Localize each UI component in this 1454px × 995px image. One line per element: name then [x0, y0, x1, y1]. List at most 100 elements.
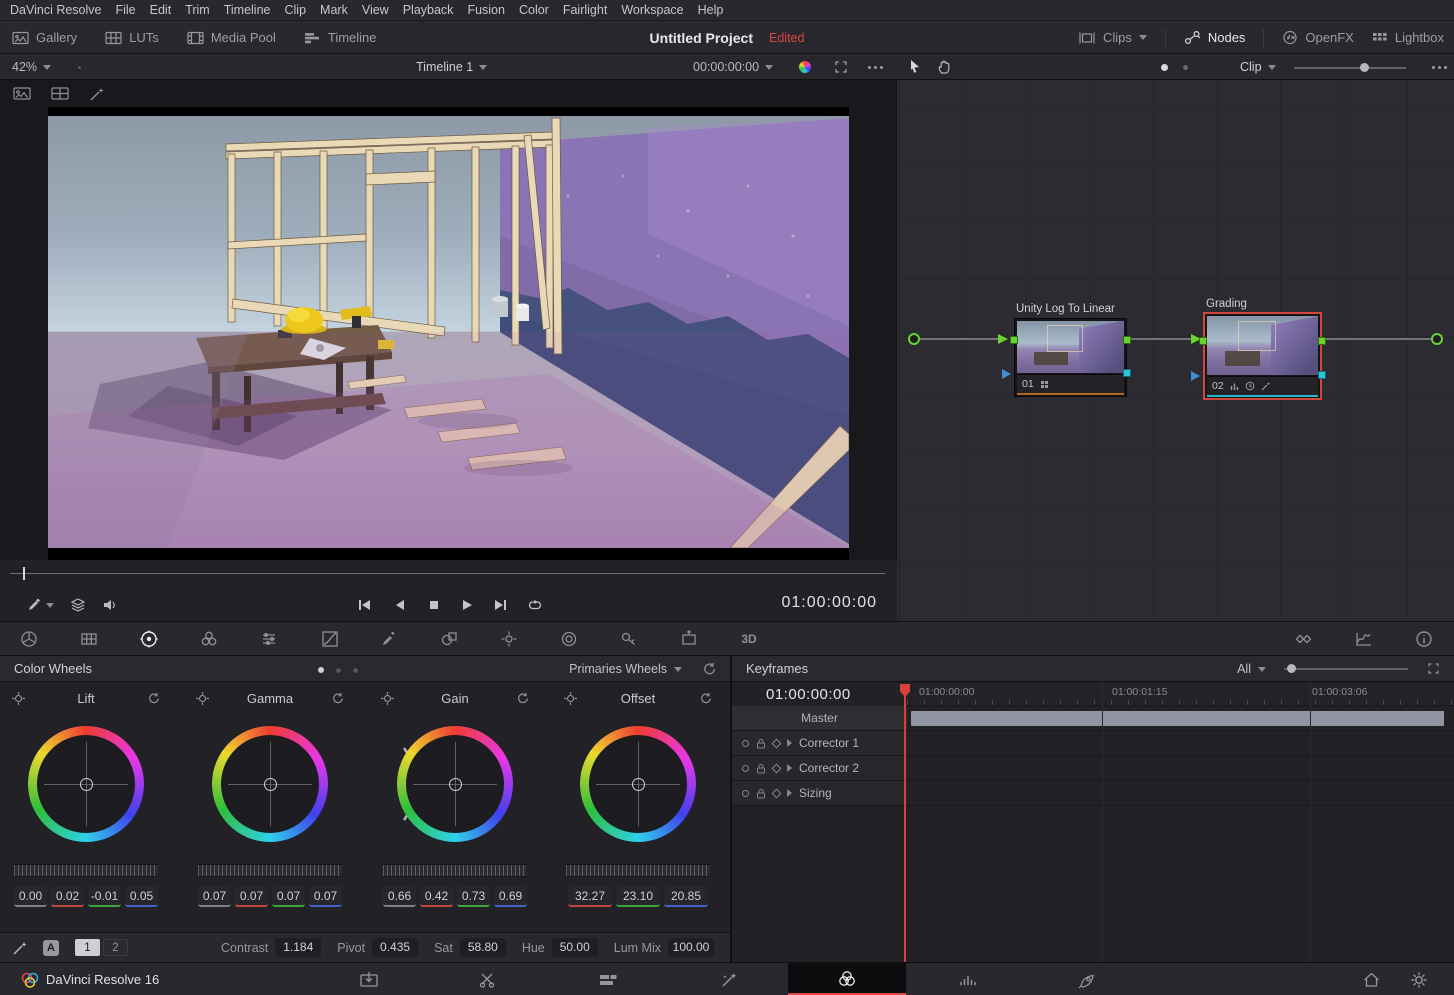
gamma-crosshair-icon[interactable] [196, 692, 209, 705]
palette-sizing-icon[interactable] [679, 629, 699, 649]
viewer-options-icon[interactable] [868, 66, 883, 69]
gain-value-b[interactable]: 0.69 [494, 886, 527, 907]
palette-motion-effects-icon[interactable] [259, 629, 279, 649]
offset-reset-icon[interactable] [699, 692, 712, 705]
menu-fusion[interactable]: Fusion [467, 3, 505, 17]
palette-qualifier-icon[interactable] [379, 629, 399, 649]
openfx-button[interactable]: OpenFX [1282, 30, 1353, 45]
viewer-timecode-select[interactable]: 00:00:00:00 [693, 54, 773, 80]
jog-playhead[interactable] [23, 567, 25, 580]
keyframes-zoom-slider[interactable] [1284, 668, 1408, 670]
node-02[interactable]: Grading 02 [1203, 312, 1322, 400]
palette-power-window-icon[interactable] [439, 629, 459, 649]
audio-mute-icon[interactable] [102, 597, 119, 613]
settings-gear-button[interactable] [1399, 963, 1439, 995]
menu-clip[interactable]: Clip [285, 3, 307, 17]
hue-value[interactable]: 50.00 [552, 938, 598, 957]
page-color-button-active[interactable] [788, 963, 906, 995]
palette-blur-icon[interactable] [559, 629, 579, 649]
reset-all-icon[interactable] [702, 662, 716, 676]
page-fairlight-button[interactable] [948, 963, 988, 995]
track-master[interactable]: Master [732, 706, 907, 731]
keyframe-diamond-icon[interactable] [772, 788, 782, 798]
info-panel-toggle-icon[interactable] [1414, 629, 1434, 649]
gamma-value-y[interactable]: 0.07 [198, 886, 231, 907]
palette-rgb-mixer-icon[interactable] [199, 629, 219, 649]
node-editor[interactable]: Unity Log To Linear 01 Grading 02 [897, 80, 1454, 622]
palette-color-match-icon[interactable] [79, 629, 99, 649]
keyframe-diamond-icon[interactable] [772, 763, 782, 773]
menu-mark[interactable]: Mark [320, 3, 348, 17]
node-pan-tool-icon[interactable] [937, 59, 952, 75]
offset-color-wheel[interactable] [580, 726, 696, 842]
node-02-rgb-output-port[interactable] [1318, 337, 1326, 345]
offset-value-r[interactable]: 32.27 [568, 886, 612, 907]
menu-edit[interactable]: Edit [150, 3, 172, 17]
viewer-image-icon[interactable] [13, 86, 31, 101]
menu-playback[interactable]: Playback [403, 3, 454, 17]
gain-reset-icon[interactable] [516, 692, 529, 705]
track-corrector-2[interactable]: Corrector 2 [732, 756, 907, 781]
gain-master-slider[interactable] [383, 864, 527, 877]
gamma-wheel-indicator[interactable] [264, 778, 277, 791]
gamma-master-slider[interactable] [198, 864, 342, 877]
menu-help[interactable]: Help [698, 3, 724, 17]
lift-master-slider[interactable] [14, 864, 158, 877]
grab-still-icon[interactable] [26, 597, 42, 613]
node-indicator-dot-active[interactable] [1161, 64, 1168, 71]
grab-still-chevron-icon[interactable] [46, 603, 54, 608]
keyframe-ruler[interactable]: 01:00:00:00 01:00:01:15 01:00:03:06 [907, 682, 1454, 706]
track-corrector-1-lane[interactable] [907, 731, 1454, 756]
viewer-jog-bar[interactable] [0, 560, 897, 588]
menu-view[interactable]: View [362, 3, 389, 17]
node-01-rgb-input-port[interactable] [1010, 336, 1018, 344]
color-viewer-toggle-icon[interactable] [799, 61, 811, 73]
page-cut-button[interactable] [467, 963, 507, 995]
loop-button[interactable] [527, 597, 544, 613]
auto-balance-button[interactable]: A [43, 940, 59, 956]
node-01-rgb-output-port[interactable] [1123, 336, 1131, 344]
palette-page-dots[interactable] [318, 667, 358, 673]
lum-mix-value[interactable]: 100.00 [668, 938, 714, 957]
offset-crosshair-icon[interactable] [564, 692, 577, 705]
keyframes-panel-toggle-icon[interactable] [1294, 629, 1314, 649]
lock-icon[interactable] [756, 738, 766, 749]
menu-trim[interactable]: Trim [185, 3, 210, 17]
wipe-modes-icon[interactable] [70, 597, 86, 613]
goto-start-button[interactable] [356, 597, 372, 613]
palette-3d-icon[interactable]: 3D [739, 629, 759, 649]
node-zoom-slider[interactable] [1294, 67, 1406, 69]
home-button[interactable] [1351, 963, 1391, 995]
offset-master-slider[interactable] [566, 864, 710, 877]
auto-wand-icon[interactable] [12, 940, 29, 956]
lift-value-r[interactable]: 0.02 [51, 886, 84, 907]
node-01-key-input-port[interactable] [1002, 369, 1011, 379]
lift-value-b[interactable]: 0.05 [125, 886, 158, 907]
nodes-button[interactable]: Nodes [1184, 30, 1246, 45]
pivot-value[interactable]: 0.435 [372, 938, 418, 957]
track-corrector-2-lane[interactable] [907, 756, 1454, 781]
lift-reset-icon[interactable] [147, 692, 160, 705]
track-sizing[interactable]: Sizing [732, 781, 907, 806]
gallery-button[interactable]: Gallery [12, 30, 77, 45]
node-01-key-output-port[interactable] [1123, 369, 1131, 377]
keyframe-playhead[interactable] [904, 684, 906, 962]
node-cursor-tool-icon[interactable] [908, 59, 923, 75]
node-01[interactable]: Unity Log To Linear 01 [1014, 318, 1127, 397]
track-enable-dot[interactable] [742, 790, 749, 797]
expand-track-icon[interactable] [787, 789, 792, 797]
node-02-key-input-port[interactable] [1191, 371, 1200, 381]
lock-icon[interactable] [756, 788, 766, 799]
node-02-rgb-input-port[interactable] [1199, 337, 1207, 345]
lift-value-g[interactable]: -0.01 [88, 886, 121, 907]
stop-button[interactable] [426, 597, 442, 613]
menu-timeline[interactable]: Timeline [224, 3, 271, 17]
viewer-zoom-select[interactable]: 42% [12, 54, 51, 80]
keyframes-expand-icon[interactable] [1427, 662, 1440, 675]
track-corrector-1[interactable]: Corrector 1 [732, 731, 907, 756]
expand-track-icon[interactable] [787, 764, 792, 772]
offset-value-g[interactable]: 23.10 [616, 886, 660, 907]
offset-wheel-indicator[interactable] [632, 778, 645, 791]
menu-app[interactable]: DaVinci Resolve [10, 3, 101, 17]
keyframes-zoom-handle[interactable] [1287, 664, 1296, 673]
